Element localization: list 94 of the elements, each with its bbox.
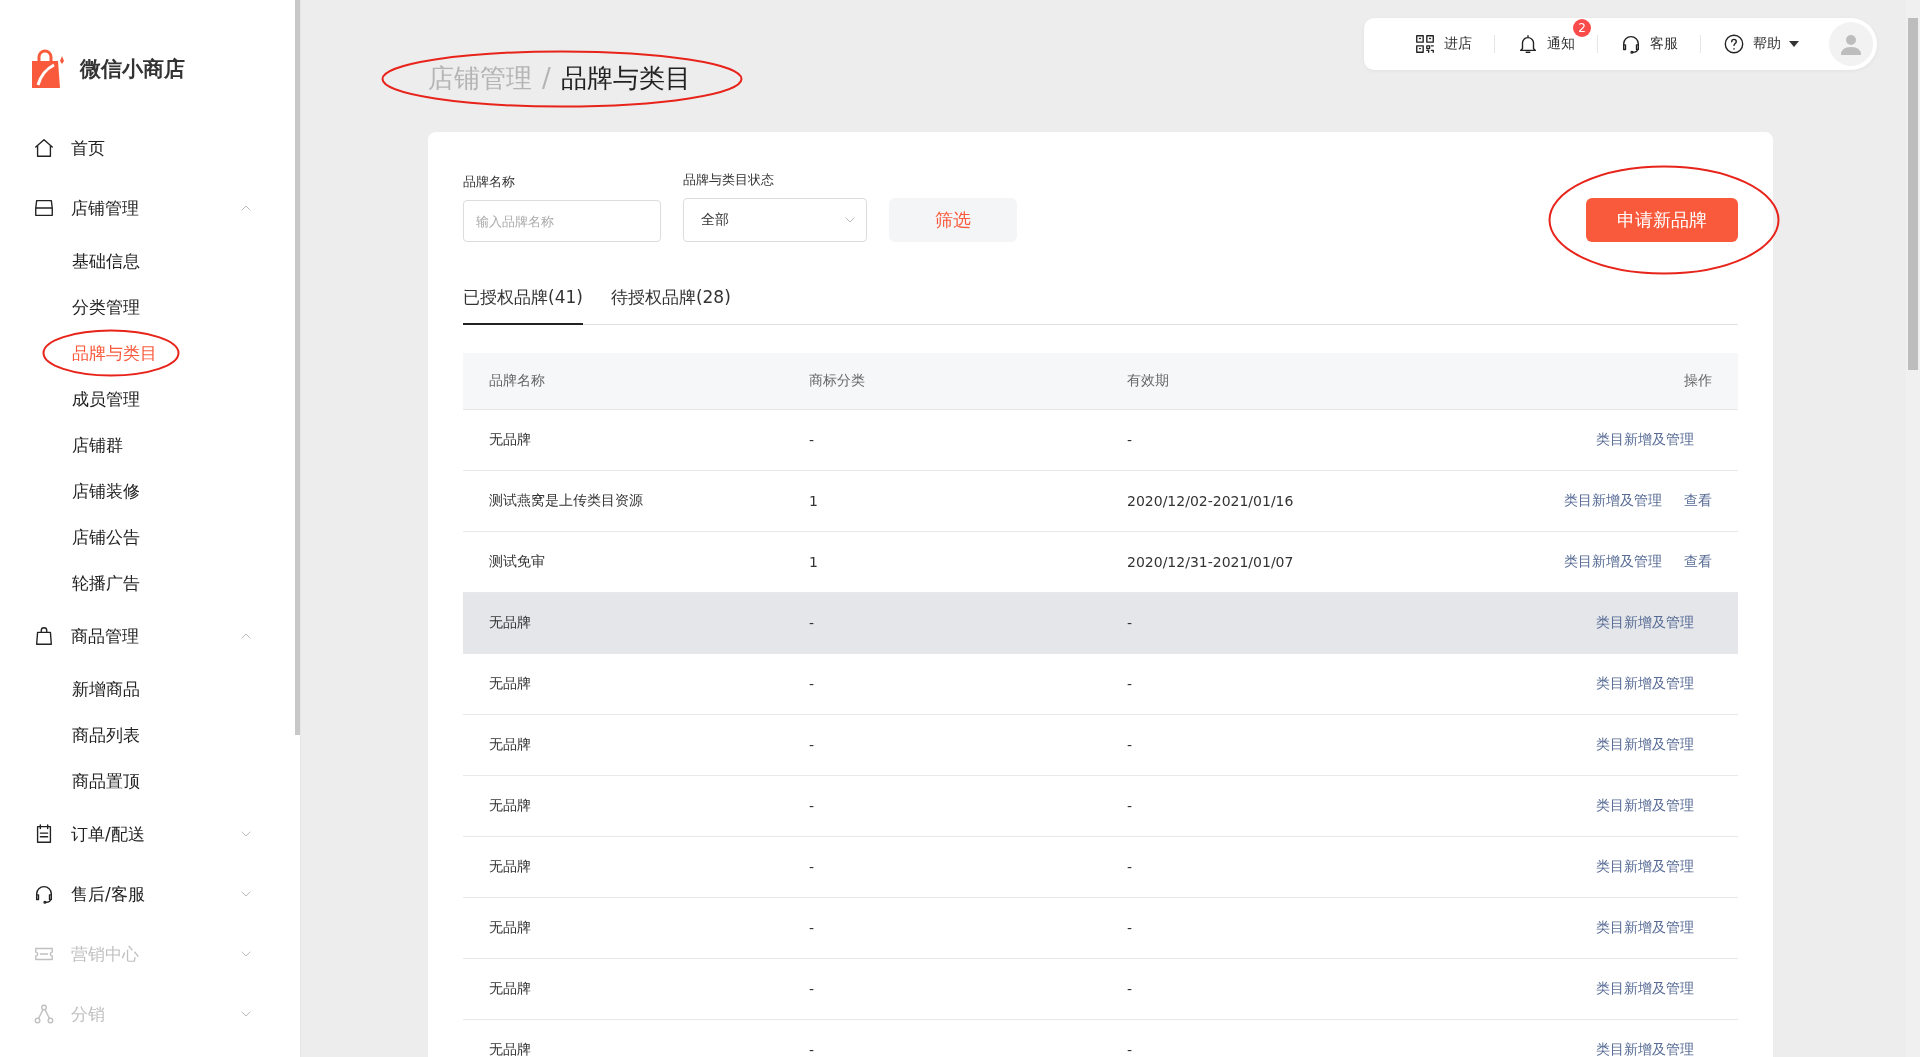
action-link[interactable]: 查看 [1684, 553, 1712, 571]
table-cell-text: - [809, 432, 816, 448]
page-title: 品牌与类目 [560, 61, 691, 95]
table-cell-text: 无品牌 [489, 797, 532, 815]
table-cell-text: 2020/12/31-2021/01/07 [1127, 554, 1295, 570]
table-cell-text: - [1127, 859, 1134, 875]
table-cell-text: - [809, 676, 816, 692]
table-cell-text: - [1127, 798, 1134, 814]
table-cell-text: - [1127, 676, 1134, 692]
caret-icon [1789, 41, 1799, 47]
sidebar-subitem[interactable]: 轮播广告 [72, 571, 140, 595]
store-icon [33, 197, 55, 219]
user-icon [1839, 32, 1863, 56]
scrollbar[interactable] [295, 0, 300, 735]
action-link[interactable]: 类目新增及管理 [1596, 736, 1694, 754]
table-cell-text: 1 [809, 554, 819, 570]
breadcrumb-separator: / [542, 63, 551, 93]
table-cell-text: - [809, 859, 816, 875]
headset-icon [1620, 33, 1642, 55]
notification-badge: 2 [1573, 19, 1591, 37]
table-cell-text: - [1127, 981, 1134, 997]
action-link[interactable]: 类目新增及管理 [1596, 797, 1694, 815]
field-label: 品牌名称 [463, 173, 516, 191]
table-cell-text: 无品牌 [489, 980, 532, 998]
action-link[interactable]: 类目新增及管理 [1596, 1041, 1694, 1057]
help-icon [1723, 33, 1745, 55]
table-cell-text: 测试免审 [489, 553, 546, 571]
sidebar-subitem[interactable]: 商品列表 [72, 723, 140, 747]
table-cell-text: 无品牌 [489, 675, 532, 693]
table-cell-text: 无品牌 [489, 614, 532, 632]
sidebar-subitem[interactable]: 店铺装修 [72, 479, 140, 503]
headset-icon [33, 883, 55, 905]
table-cell-text: 1 [809, 493, 819, 509]
column-header: 操作 [1683, 372, 1712, 390]
table-cell-text: 无品牌 [489, 431, 532, 449]
table-cell-text: - [809, 981, 816, 997]
action-link[interactable]: 类目新增及管理 [1596, 980, 1694, 998]
sidebar-item[interactable]: 店铺管理 [0, 178, 292, 238]
sidebar-item[interactable]: 商品管理 [0, 606, 292, 666]
table-cell-text: 2020/12/02-2021/01/16 [1127, 493, 1295, 509]
sidebar-subitem[interactable]: 商品置顶 [72, 769, 140, 793]
table-cell-text: - [809, 798, 816, 814]
avatar[interactable] [1829, 22, 1873, 66]
sidebar-subitem[interactable]: 新增商品 [72, 677, 140, 701]
tab[interactable]: 待授权品牌(28) [610, 280, 731, 325]
table-cell-text: - [809, 1042, 816, 1057]
tab[interactable]: 已授权品牌(41) [463, 280, 583, 325]
sidebar-subitem[interactable]: 成员管理 [72, 387, 140, 411]
bell-icon [1517, 33, 1539, 55]
scrollbar-thumb[interactable] [1908, 18, 1918, 370]
table-cell-text: 无品牌 [489, 858, 532, 876]
toolbar-button[interactable]: 客服 [1620, 32, 1678, 56]
home-icon [33, 137, 55, 159]
table-cell-text: - [1127, 432, 1134, 448]
action-link[interactable]: 类目新增及管理 [1596, 614, 1694, 632]
sidebar-subitem[interactable]: 店铺公告 [72, 525, 140, 549]
toolbar-button[interactable]: 通知 [1517, 32, 1575, 56]
action-link[interactable]: 类目新增及管理 [1564, 492, 1662, 510]
status-dropdown[interactable]: 全部 [683, 198, 867, 242]
sidebar-subitem[interactable]: 基础信息 [72, 249, 140, 273]
action-link[interactable]: 类目新增及管理 [1596, 675, 1694, 693]
logo-text: 微信小商店 [80, 56, 185, 83]
column-header: 有效期 [1127, 372, 1170, 390]
column-header: 商标分类 [809, 372, 866, 390]
action-link[interactable]: 类目新增及管理 [1596, 431, 1694, 449]
sidebar-subitem[interactable]: 店铺群 [72, 433, 123, 457]
brand-name-field[interactable]: 输入品牌名称 [463, 200, 661, 242]
bag-icon [33, 625, 55, 647]
table-cell-text: - [1127, 615, 1134, 631]
sidebar-item[interactable]: 首页 [0, 118, 292, 178]
action-link[interactable]: 查看 [1684, 492, 1712, 510]
table-cell-text: 无品牌 [489, 919, 532, 937]
table-cell-text: 测试燕窝是上传类目资源 [489, 492, 644, 510]
table-cell-text: - [1127, 1042, 1134, 1057]
toolbar-button[interactable]: 进店 [1414, 32, 1472, 56]
share-icon [33, 1003, 55, 1025]
logo-icon [30, 49, 66, 89]
action-link[interactable]: 类目新增及管理 [1564, 553, 1662, 571]
toolbar-button[interactable]: 帮助 [1723, 32, 1799, 56]
sidebar-subitem[interactable]: 分类管理 [72, 295, 140, 319]
table-cell-text: - [1127, 737, 1134, 753]
table-cell-text: - [809, 737, 816, 753]
sidebar-item[interactable]: 售后/客服 [0, 864, 292, 924]
column-header: 品牌名称 [489, 372, 546, 390]
sidebar-item[interactable]: 订单/配送 [0, 804, 292, 864]
action-link[interactable]: 类目新增及管理 [1596, 919, 1694, 937]
action-link[interactable]: 类目新增及管理 [1596, 858, 1694, 876]
table-cell-text: - [809, 615, 816, 631]
qr-code-icon [1414, 33, 1436, 55]
table-cell-text: - [809, 920, 816, 936]
table-cell-text: 无品牌 [489, 1041, 532, 1057]
table-cell-text: 无品牌 [489, 736, 532, 754]
table-cell-text: - [1127, 920, 1134, 936]
field-label: 品牌与类目状态 [683, 171, 775, 189]
